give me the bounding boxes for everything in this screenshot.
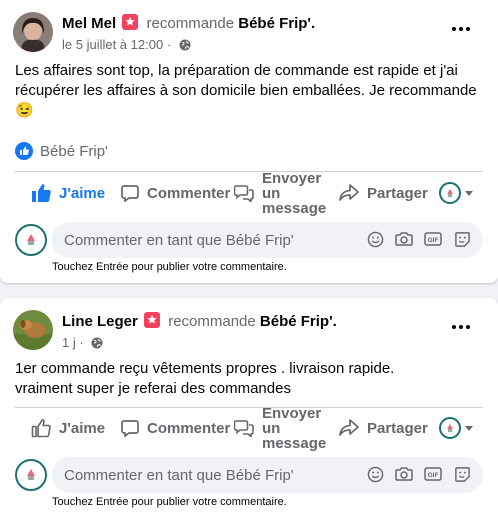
camera-icon[interactable]	[395, 230, 413, 248]
author-avatar[interactable]	[13, 12, 53, 52]
comment-box: GIF	[52, 457, 483, 493]
recommend-icon	[122, 14, 139, 30]
comment-icon	[121, 420, 139, 437]
composer-icons: GIF	[366, 230, 471, 248]
post-actions: J'aime Commenter Envoyer un message Part…	[15, 406, 483, 451]
send-message-button[interactable]: Envoyer un message	[234, 406, 326, 451]
post-date[interactable]: le 5 juillet à 12:00	[62, 37, 163, 52]
divider	[15, 171, 483, 172]
author-name[interactable]: Line Leger	[62, 313, 138, 330]
message-icon	[234, 185, 254, 202]
thumbs-up-icon	[31, 419, 51, 438]
chevron-down-icon	[465, 425, 473, 431]
page-name[interactable]: Bébé Frip'.	[260, 313, 337, 330]
page-logo-icon	[439, 417, 461, 439]
post-header: Mel Mel recommande Bébé Frip'.	[62, 14, 315, 32]
composer-icons: GIF	[366, 465, 471, 483]
post-header: Line Leger recommande Bébé Frip'.	[62, 312, 337, 330]
composer-hint: Touchez Entrée pour publier votre commen…	[52, 496, 287, 508]
post-card-2: Line Leger recommande Bébé Frip'. 1 j · …	[0, 298, 498, 521]
recommend-icon	[144, 312, 161, 328]
post-meta: 1 j ·	[62, 335, 103, 350]
author-name[interactable]: Mel Mel	[62, 15, 116, 32]
post-actions: J'aime Commenter Envoyer un message Part…	[15, 171, 483, 216]
globe-icon	[179, 39, 191, 51]
reaction-by: Bébé Frip'	[40, 142, 108, 160]
smile-icon[interactable]	[366, 465, 384, 483]
post-date[interactable]: 1 j	[62, 335, 76, 350]
like-button[interactable]: J'aime	[31, 173, 105, 213]
post-card-1: Mel Mel recommande Bébé Frip'. le 5 juil…	[0, 0, 498, 283]
page-name[interactable]: Bébé Frip'.	[238, 15, 315, 32]
message-icon	[234, 420, 254, 437]
recommend-verb: recommande	[168, 313, 256, 330]
page-avatar	[15, 459, 47, 491]
page-avatar	[15, 224, 47, 256]
share-icon	[339, 419, 359, 436]
comment-box: GIF	[52, 222, 483, 258]
camera-icon[interactable]	[395, 465, 413, 483]
like-reaction-icon	[15, 142, 33, 160]
svg-text:GIF: GIF	[428, 237, 439, 244]
recommend-verb: recommande	[146, 15, 235, 32]
act-as-page-selector[interactable]	[439, 173, 473, 213]
thumbs-up-icon	[32, 184, 51, 202]
sticker-icon[interactable]	[453, 230, 471, 248]
post-meta: le 5 juillet à 12:00 ·	[62, 37, 191, 52]
page-logo-icon	[439, 182, 461, 204]
gif-icon[interactable]: GIF	[424, 230, 442, 248]
reaction-summary[interactable]: Bébé Frip'	[15, 142, 108, 160]
send-message-button[interactable]: Envoyer un message	[234, 171, 326, 216]
more-dots-icon[interactable]	[452, 27, 472, 33]
author-avatar[interactable]	[13, 310, 53, 350]
svg-text:GIF: GIF	[428, 472, 439, 479]
comment-button[interactable]: Commenter	[121, 408, 230, 448]
comment-input[interactable]	[64, 222, 354, 258]
globe-icon	[91, 337, 103, 349]
act-as-page-selector[interactable]	[439, 408, 473, 448]
post-text: Les affaires sont top, la préparation de…	[15, 62, 477, 119]
post-text: 1er commande reçu vêtements propres . li…	[15, 360, 395, 397]
like-button[interactable]: J'aime	[31, 408, 105, 448]
more-dots-icon[interactable]	[452, 325, 472, 331]
gif-icon[interactable]: GIF	[424, 465, 442, 483]
comment-button[interactable]: Commenter	[121, 173, 230, 213]
comment-composer: GIF	[15, 457, 483, 495]
sticker-icon[interactable]	[453, 465, 471, 483]
comment-composer: GIF	[15, 222, 483, 260]
composer-hint: Touchez Entrée pour publier votre commen…	[52, 261, 287, 273]
chevron-down-icon	[465, 190, 473, 196]
share-button[interactable]: Partager	[339, 408, 428, 448]
smile-icon[interactable]	[366, 230, 384, 248]
comment-icon	[121, 185, 139, 202]
comment-input[interactable]	[64, 457, 354, 493]
share-button[interactable]: Partager	[339, 173, 428, 213]
share-icon	[339, 184, 359, 201]
